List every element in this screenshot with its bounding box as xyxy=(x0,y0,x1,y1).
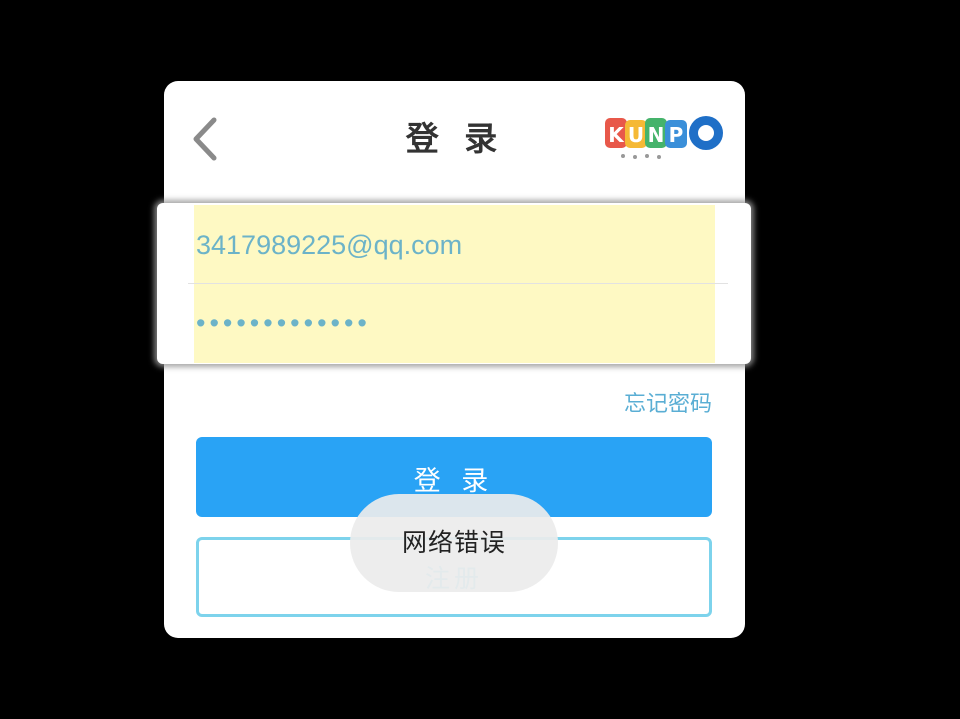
password-input[interactable] xyxy=(196,303,706,343)
kunpo-logo: K U N P xyxy=(605,116,723,159)
error-toast: 网络错误 xyxy=(350,494,558,592)
svg-text:N: N xyxy=(648,123,665,147)
svg-text:K: K xyxy=(608,123,625,147)
page-title: 登 录 xyxy=(405,119,505,158)
forgot-password-link[interactable]: 忘记密码 xyxy=(560,386,712,418)
field-divider xyxy=(188,283,728,284)
chevron-left-icon xyxy=(193,117,217,161)
email-input[interactable] xyxy=(196,225,706,265)
svg-text:U: U xyxy=(628,123,644,147)
screen: 登 录 K U N P 忘记密码 登 录 注册 网络错误 xyxy=(0,0,960,719)
back-button[interactable] xyxy=(188,114,228,164)
svg-text:P: P xyxy=(669,123,684,147)
